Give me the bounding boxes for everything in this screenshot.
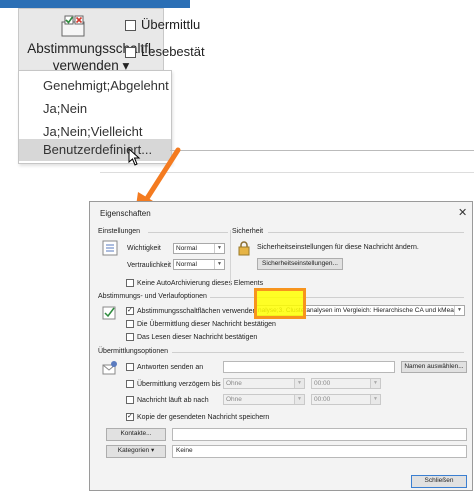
chevron-down-icon: ▼ — [294, 379, 304, 388]
delivery-options-icon — [102, 361, 117, 375]
no-autoarchive-checkbox[interactable] — [126, 279, 134, 287]
chevron-down-icon: ▼ — [214, 260, 224, 269]
reply-to-label: Antworten senden an — [137, 364, 204, 371]
save-copy-checkbox[interactable] — [126, 413, 134, 421]
sensitivity-select[interactable]: Normal ▼ — [173, 259, 225, 270]
expire-checkbox[interactable] — [126, 396, 134, 404]
security-description: Sicherheitseinstellungen für diese Nachr… — [257, 244, 419, 251]
voting-icon — [61, 15, 85, 37]
sensitivity-label: Vertraulichkeit — [127, 262, 171, 269]
no-autoarchive-label: Keine AutoArchivierung dieses Elements — [137, 280, 264, 287]
expire-label: Nachricht läuft ab nach — [137, 397, 209, 404]
voting-options-icon — [102, 306, 116, 320]
section-divider — [172, 352, 464, 353]
dialog-title: Eigenschaften — [100, 209, 151, 218]
section-security-header: Sicherheit — [232, 228, 264, 235]
section-divider — [148, 232, 228, 233]
contacts-button[interactable]: Kontakte... — [106, 428, 166, 441]
ribbon-top-bar — [0, 0, 190, 8]
background-divider — [170, 150, 474, 151]
importance-select[interactable]: Normal ▼ — [173, 243, 225, 254]
save-copy-label: Kopie der gesendeten Nachricht speichern — [137, 414, 270, 421]
ribbon-delivery-checkbox[interactable] — [125, 20, 136, 31]
contacts-field[interactable] — [172, 428, 467, 441]
confirm-delivery-label: Die Übermittlung dieser Nachricht bestät… — [137, 321, 276, 328]
section-delivery-header: Übermittlungsoptionen — [98, 348, 169, 355]
ribbon-delivery-label: Übermittlu — [141, 17, 201, 32]
delay-delivery-label: Übermittlung verzögern bis — [137, 381, 221, 388]
properties-dialog: Eigenschaften ✕ Einstellungen Wichtigkei… — [89, 201, 473, 491]
expire-date-select[interactable]: Ohne ▼ — [223, 394, 305, 405]
delay-date-select[interactable]: Ohne ▼ — [223, 378, 305, 389]
chevron-down-icon: ▼ — [294, 395, 304, 404]
menu-item-yes-no[interactable]: Ja;Nein — [19, 98, 171, 120]
delay-time-select[interactable]: 00:00 ▼ — [311, 378, 381, 389]
settings-icon — [102, 240, 118, 256]
section-voting-header: Abstimmungs- und Verlaufoptionen — [98, 293, 207, 300]
reply-to-checkbox[interactable] — [126, 363, 134, 371]
chevron-down-icon: ▼ — [370, 395, 380, 404]
expire-time-select[interactable]: 00:00 ▼ — [311, 394, 381, 405]
ribbon-read-checkbox[interactable] — [125, 47, 136, 58]
use-voting-buttons-label: Abstimmungsschaltflächen verwenden — [137, 308, 257, 315]
section-divider — [210, 297, 464, 298]
highlight-marker — [254, 288, 306, 319]
menu-item-approve-reject[interactable]: Genehmigt;Abgelehnt — [19, 75, 171, 97]
categories-field[interactable]: Keine — [172, 445, 467, 458]
confirm-read-label: Das Lesen dieser Nachricht bestätigen — [137, 334, 258, 341]
importance-label: Wichtigkeit — [127, 245, 161, 252]
delay-delivery-checkbox[interactable] — [126, 380, 134, 388]
confirm-delivery-checkbox[interactable] — [126, 320, 134, 328]
lock-icon — [238, 241, 250, 256]
chevron-down-icon: ▼ — [214, 244, 224, 253]
section-divider — [268, 232, 464, 233]
close-button[interactable]: Schließen — [411, 475, 467, 488]
chevron-down-icon: ▼ — [454, 306, 464, 315]
section-settings-header: Einstellungen — [98, 228, 141, 235]
section-divider — [230, 230, 231, 286]
use-voting-buttons-checkbox[interactable] — [126, 307, 134, 315]
close-icon[interactable]: ✕ — [458, 206, 467, 219]
reply-to-field[interactable] — [223, 361, 395, 373]
categories-button[interactable]: Kategorien ▾ — [106, 445, 166, 458]
ribbon-read-label: Lesebestät — [141, 44, 205, 59]
security-settings-button[interactable]: Sicherheitseinstellungen... — [257, 258, 343, 270]
chevron-down-icon: ▼ — [370, 379, 380, 388]
select-names-button[interactable]: Namen auswählen... — [401, 361, 467, 373]
confirm-read-checkbox[interactable] — [126, 333, 134, 341]
